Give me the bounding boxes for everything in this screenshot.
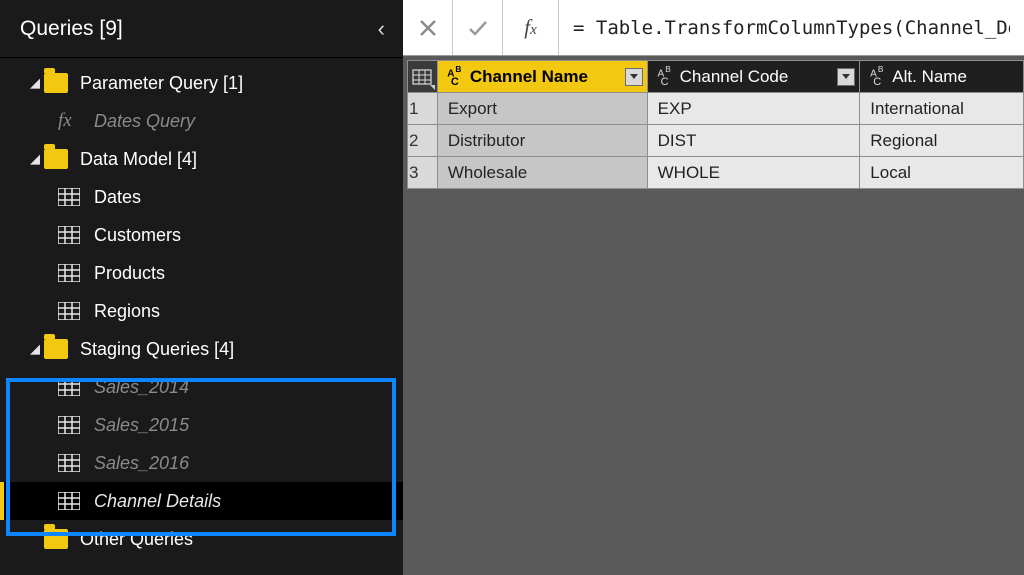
caret-icon[interactable]: ◢ — [26, 75, 44, 91]
folder-icon — [44, 529, 68, 549]
close-icon — [418, 18, 438, 38]
group-staging-queries[interactable]: ◢ Staging Queries [4] — [0, 330, 403, 368]
query-label: Products — [94, 263, 165, 284]
cell[interactable]: Distributor — [437, 125, 647, 157]
column-channel-name[interactable]: ABC Channel Name — [437, 61, 647, 93]
table-corner[interactable] — [408, 61, 438, 93]
query-products[interactable]: Products — [0, 254, 403, 292]
query-dates-query[interactable]: fx Dates Query — [0, 102, 403, 140]
table-icon — [58, 492, 80, 510]
cell[interactable]: Wholesale — [437, 157, 647, 189]
table-icon — [58, 454, 80, 472]
folder-icon — [44, 339, 68, 359]
group-parameter-query[interactable]: ◢ Parameter Query [1] — [0, 64, 403, 102]
cell[interactable]: Export — [437, 93, 647, 125]
query-label: Sales_2015 — [94, 415, 189, 436]
table-icon — [58, 188, 80, 206]
folder-icon — [44, 73, 68, 93]
table-icon — [58, 226, 80, 244]
group-label: Parameter Query [1] — [80, 73, 243, 94]
group-label: Staging Queries [4] — [80, 339, 234, 360]
fx-icon: fx — [524, 15, 537, 40]
cell[interactable]: Local — [860, 157, 1024, 189]
cell[interactable]: EXP — [647, 93, 860, 125]
query-label: Sales_2014 — [94, 377, 189, 398]
cell[interactable]: WHOLE — [647, 157, 860, 189]
filter-dropdown-icon[interactable] — [837, 68, 855, 86]
query-sales-2016[interactable]: Sales_2016 — [0, 444, 403, 482]
type-text-icon: ABC — [446, 65, 464, 88]
table-icon — [58, 302, 80, 320]
table-row[interactable]: 2 Distributor DIST Regional — [408, 125, 1024, 157]
filter-dropdown-icon[interactable] — [625, 68, 643, 86]
collapse-icon[interactable]: ‹ — [378, 16, 385, 42]
group-label: Other Queries — [80, 529, 193, 550]
queries-title: Queries [9] — [20, 17, 123, 41]
row-number[interactable]: 2 — [408, 125, 438, 157]
table-icon — [58, 264, 80, 282]
folder-icon — [44, 149, 68, 169]
column-alt-name[interactable]: ABC Alt. Name — [860, 61, 1024, 93]
cell[interactable]: DIST — [647, 125, 860, 157]
column-label: Alt. Name — [892, 67, 1019, 87]
formula-bar: fx — [403, 0, 1024, 56]
dropdown-icon — [430, 85, 435, 90]
cell[interactable]: Regional — [860, 125, 1024, 157]
fx-button[interactable]: fx — [503, 0, 559, 55]
confirm-button[interactable] — [453, 0, 503, 55]
query-label: Regions — [94, 301, 160, 322]
formula-input[interactable] — [559, 0, 1024, 55]
caret-icon[interactable]: ◢ — [26, 341, 44, 357]
query-regions[interactable]: Regions — [0, 292, 403, 330]
query-channel-details[interactable]: Channel Details — [0, 482, 403, 520]
type-text-icon: ABC — [656, 65, 674, 88]
data-grid: ABC Channel Name ABC Channel Code — [403, 56, 1024, 189]
cell[interactable]: International — [860, 93, 1024, 125]
row-number[interactable]: 1 — [408, 93, 438, 125]
row-number[interactable]: 3 — [408, 157, 438, 189]
query-sales-2014[interactable]: Sales_2014 — [0, 368, 403, 406]
query-customers[interactable]: Customers — [0, 216, 403, 254]
query-label: Customers — [94, 225, 181, 246]
queries-header: Queries [9] ‹ — [0, 0, 403, 58]
query-label: Sales_2016 — [94, 453, 189, 474]
type-text-icon: ABC — [868, 65, 886, 88]
column-label: Channel Name — [470, 67, 619, 87]
query-sales-2015[interactable]: Sales_2015 — [0, 406, 403, 444]
queries-tree: ◢ Parameter Query [1] fx Dates Query ◢ D… — [0, 58, 403, 558]
table-icon — [58, 416, 80, 434]
table-row[interactable]: 3 Wholesale WHOLE Local — [408, 157, 1024, 189]
table-row[interactable]: 1 Export EXP International — [408, 93, 1024, 125]
caret-icon[interactable]: ◢ — [26, 151, 44, 167]
table-icon — [58, 378, 80, 396]
queries-panel: Queries [9] ‹ ◢ Parameter Query [1] fx D… — [0, 0, 403, 575]
check-icon — [467, 18, 489, 38]
fx-icon: fx — [58, 110, 88, 132]
group-label: Data Model [4] — [80, 149, 197, 170]
query-label: Dates — [94, 187, 141, 208]
column-label: Channel Code — [680, 67, 832, 87]
group-data-model[interactable]: ◢ Data Model [4] — [0, 140, 403, 178]
editor-panel: fx ABC Channel Name — [403, 0, 1024, 575]
cancel-button[interactable] — [403, 0, 453, 55]
column-channel-code[interactable]: ABC Channel Code — [647, 61, 860, 93]
query-label: Dates Query — [94, 111, 195, 132]
group-other-queries[interactable]: ◢ Other Queries — [0, 520, 403, 558]
query-dates[interactable]: Dates — [0, 178, 403, 216]
query-label: Channel Details — [94, 491, 221, 512]
